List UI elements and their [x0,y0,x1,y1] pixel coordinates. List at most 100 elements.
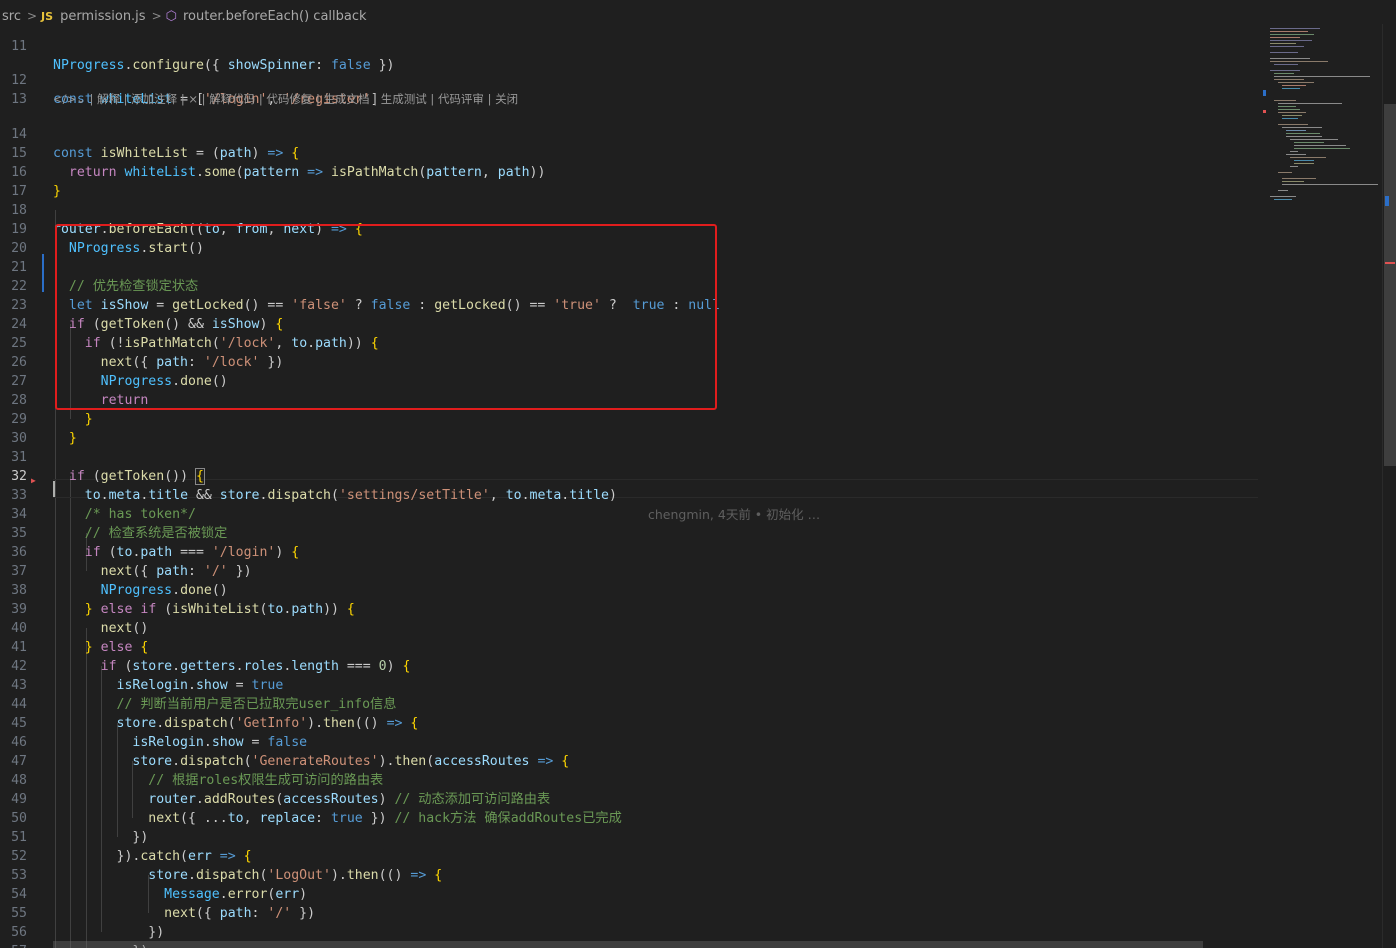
minimap-line [1294,145,1346,146]
code-line: 23 if (getToken() && isShow) { [0,277,1262,332]
code-line: 36 next({ path: '/' }) [0,524,1262,579]
minimap-line [1278,112,1306,113]
breadcrumb-file[interactable]: permission.js [58,9,148,24]
codelens-separator: | [373,92,381,106]
scrollbar-thumb[interactable] [1384,104,1396,466]
code-line: 42 isRelogin.show = true [0,638,1262,693]
ai-assistant-icon[interactable]: </>⌄ [53,92,86,106]
minimap-line [1282,181,1304,182]
codelens-fix-code[interactable]: 代码修复 [266,92,312,106]
code-line: 18 router.beforeEach((to, from, next) =>… [0,182,1262,237]
symbol-method-icon: ⬡ [165,8,177,24]
chevron-right-icon: > [26,9,38,23]
code-line: 33 /* has token*/ [0,467,1262,522]
code-line: 20 [0,220,1262,256]
code-line-current: 32 to.meta.title && store.dispatch('sett… [0,448,1262,522]
minimap-line [1278,190,1288,191]
minimap-line [1278,109,1300,110]
chevron-right-icon: > [151,9,162,23]
code-line: 52 store.dispatch('LogOut').then(() => { [0,828,1262,883]
minimap-line [1270,40,1312,41]
code-line: 48 router.addRoutes(accessRoutes) // 动态添… [0,752,1262,807]
horizontal-scrollbar[interactable] [53,941,1203,948]
code-line: 17 [0,163,1262,199]
code-line: 41 if (store.getters.roles.length === 0)… [0,619,1262,674]
minimap-line [1270,196,1296,197]
codelens-close-icon[interactable]: × [188,92,198,106]
code-line: 14 const isWhiteList = (path) => { [0,106,1262,161]
codelens-separator: | [487,92,496,106]
code-line: 13 [0,71,1262,107]
minimap-line [1282,127,1322,128]
minimap-line [1278,106,1296,107]
codelens-generate-docs[interactable]: 生成文档 [324,92,370,106]
minimap-line [1278,82,1314,83]
codelens-explain-code[interactable]: 解释代码 [209,92,255,106]
code-line: 27 return [0,353,1262,408]
code-line: 24 if (!isPathMatch('/lock', to.path)) { [0,296,1262,351]
minimap-line [1270,34,1314,35]
codelens-explain[interactable]: 解释 [97,92,120,106]
minimap-line [1282,178,1316,179]
minimap-line [1286,130,1306,131]
code-line: 16 } [0,144,1262,199]
minimap-line [1282,184,1378,185]
code-line: 29 } [0,391,1262,446]
code-line: 15 return whiteList.some(pattern => isPa… [0,125,1262,180]
code-line: 39 next() [0,581,1262,636]
minimap-line [1286,136,1322,137]
minimap-line [1274,100,1296,101]
codelens-generate-tests[interactable]: 生成测试 [381,92,427,106]
code-line: 43 // 判断当前用户是否已拉取完user_info信息 [0,657,1262,712]
minimap-line [1282,88,1300,89]
minimap[interactable] [1262,24,1382,948]
code-line: 38 } else if (isWhiteList(to.path)) { [0,562,1262,617]
code-line: 44 store.dispatch('GetInfo').then(() => … [0,676,1262,731]
code-line: 22 let isShow = getLocked() == 'false' ?… [0,258,1262,313]
minimap-line [1270,61,1328,62]
codelens-add-comment[interactable]: 添加注释 [131,92,177,106]
minimap-line [1278,124,1308,125]
minimap-line [1270,52,1298,53]
minimap-line [1274,199,1292,200]
code-line: 54 next({ path: '/' }) [0,866,1262,921]
minimap-line [1286,133,1320,134]
minimap-line [1294,160,1314,161]
minimap-line [1270,46,1304,47]
minimap-error-marker [1263,110,1266,113]
line-number: 57 [0,942,27,948]
code-line: 28 } [0,372,1262,427]
code-line: 12 const whiteList = ['/login', '/regist… [0,52,1262,107]
minimap-line [1270,37,1300,38]
code-line: 53 Message.error(err) [0,847,1262,902]
vertical-scrollbar[interactable] [1382,24,1396,948]
code-line: 56 }) [0,904,1262,948]
code-line: 57 } else { [0,923,1262,948]
minimap-line [1290,166,1298,167]
minimap-line [1286,154,1306,155]
code-line: 55 }) [0,885,1262,940]
codelens-code-review[interactable]: 代码评审 [438,92,484,106]
code-line: 19 NProgress.start() [0,201,1262,256]
code-line: 45 isRelogin.show = false [0,695,1262,750]
code-line: 34 // 检查系统是否被锁定 [0,486,1262,541]
minimap-line [1282,85,1306,86]
code-line: 35 if (to.path === '/login') { [0,505,1262,560]
codelens-close[interactable]: 关闭 [495,92,518,106]
code-editor[interactable]: ▶ 11 NProgress.configure({ showSpinner: … [0,32,1262,948]
breadcrumb-folder[interactable]: src [0,9,23,24]
code-line: 50 }) [0,790,1262,845]
code-line: 51 }).catch(err => { [0,809,1262,864]
code-line: 21 // 优先检查锁定状态 [0,239,1262,294]
minimap-line [1290,139,1338,140]
minimap-line [1278,103,1342,104]
minimap-line [1270,31,1308,32]
breadcrumb-symbol[interactable]: router.beforeEach() callback [181,9,369,24]
minimap-line [1282,115,1302,116]
code-line: 49 next({ ...to, replace: true }) // hac… [0,771,1262,826]
minimap-line [1270,43,1296,44]
minimap-line [1294,148,1350,149]
minimap-line [1270,58,1310,59]
minimap-line [1282,118,1298,119]
breadcrumb: src > JS permission.js > ⬡ router.before… [0,0,1396,32]
